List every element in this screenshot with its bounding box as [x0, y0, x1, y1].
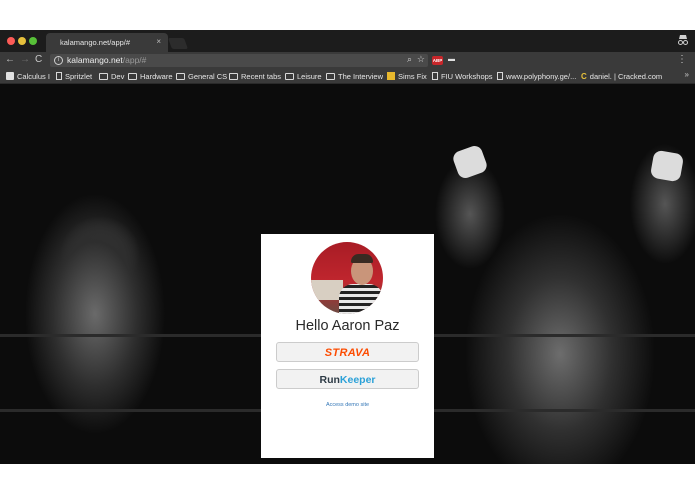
bookmark-label: Recent tabs [241, 72, 282, 81]
bookmark-label: daniel. | Cracked.com [589, 72, 663, 81]
adblock-extension-icon[interactable]: ABP [432, 56, 443, 65]
page-icon [432, 72, 438, 80]
url-path: /app/# [122, 55, 147, 65]
bookmark-label: The Interview [338, 72, 384, 81]
car-extension-icon[interactable]: ▬ [448, 56, 455, 63]
active-tab[interactable]: kalamango.net/app/# × [46, 33, 168, 52]
info-icon[interactable]: i [54, 56, 63, 65]
close-window-button[interactable] [7, 37, 15, 45]
folder-icon [99, 73, 108, 80]
bookmark-item[interactable]: Recent tabs [229, 71, 281, 82]
avatar [311, 242, 383, 314]
connect-strava-button[interactable]: STRAVA [276, 342, 419, 362]
url-text: kalamango.net/app/# [67, 55, 146, 65]
access-demo-link[interactable]: Access demo site [261, 402, 434, 408]
bookmark-item[interactable]: General CS [176, 71, 227, 82]
forward-arrow-icon[interactable]: → [20, 53, 30, 67]
bookmark-label: Spritzlet [65, 72, 93, 81]
runkeeper-logo-keeper: Keeper [339, 374, 376, 386]
browser-toolbar: ← → C i kalamango.net/app/# ⌕ ☆ ABP ▬ ⋮ [0, 52, 695, 69]
new-tab-button[interactable] [167, 38, 189, 49]
folder-icon [326, 73, 335, 80]
folder-icon [128, 73, 137, 80]
bookmark-label: General CS [188, 72, 228, 81]
bookmarks-bar: Calculus I Spritzlet Dev Hardware Genera… [0, 69, 695, 84]
bookmark-label: Calculus I [17, 72, 50, 81]
url-host: kalamango.net [67, 55, 123, 65]
bookmark-label: www.polyphony.ge/... [506, 72, 577, 81]
bookmark-item[interactable]: FIU Workshops [432, 71, 493, 82]
back-arrow-icon[interactable]: ← [5, 53, 15, 67]
more-bookmarks-icon[interactable]: » [685, 70, 689, 79]
folder-icon [176, 73, 185, 80]
tab-title: kalamango.net/app/# [60, 38, 131, 47]
folder-icon [285, 73, 294, 80]
bookmark-label: Sims Fix [398, 72, 427, 81]
bookmark-item[interactable]: Dev [99, 71, 124, 82]
bookmark-item[interactable]: www.polyphony.ge/... [497, 71, 576, 82]
bookmark-item[interactable]: Leisure [285, 71, 322, 82]
zoom-icon[interactable]: ⌕ [407, 54, 412, 65]
bookmark-item[interactable]: Hardware [128, 71, 173, 82]
connect-runkeeper-button[interactable]: RunKeeper [276, 369, 419, 389]
page-icon [56, 72, 62, 80]
address-bar[interactable]: i kalamango.net/app/# ⌕ ☆ [50, 54, 428, 67]
bookmark-page-icon [6, 72, 14, 80]
boxing-glove [451, 143, 489, 181]
bookmark-label: FIU Workshops [441, 72, 493, 81]
browser-window: kalamango.net/app/# × ← → C i kalamango.… [0, 30, 695, 464]
page-icon [497, 72, 503, 80]
incognito-icon [678, 35, 688, 45]
cracked-icon: C [581, 72, 587, 81]
login-card: Hello Aaron Paz STRAVA RunKeeper Access … [261, 234, 434, 458]
bookmark-star-icon[interactable]: ☆ [417, 54, 425, 65]
tab-strip: kalamango.net/app/# × [0, 30, 695, 52]
tab-close-icon[interactable]: × [156, 37, 161, 46]
folder-icon [229, 73, 238, 80]
bookmark-label: Hardware [140, 72, 173, 81]
avatar-shirt [339, 284, 383, 314]
page-background: Hello Aaron Paz STRAVA RunKeeper Access … [0, 84, 695, 464]
bookmark-item[interactable]: Cdaniel. | Cracked.com [581, 71, 662, 82]
maximize-window-button[interactable] [29, 37, 37, 45]
bookmark-label: Dev [111, 72, 125, 81]
bookmark-item[interactable]: Spritzlet [56, 71, 92, 82]
runkeeper-logo-run: Run [319, 374, 340, 386]
bookmark-item[interactable]: Sims Fix [387, 71, 427, 82]
sims-icon [387, 72, 395, 80]
reload-icon[interactable]: C [35, 53, 42, 67]
strava-logo: STRAVA [324, 347, 371, 359]
bookmark-label: Leisure [297, 72, 322, 81]
greeting-text: Hello Aaron Paz [295, 318, 400, 334]
bookmark-item[interactable]: Calculus I [6, 71, 50, 82]
browser-menu-icon[interactable]: ⋮ [677, 54, 687, 65]
avatar-hair [351, 254, 373, 263]
minimize-window-button[interactable] [18, 37, 26, 45]
boxing-glove [649, 149, 685, 183]
bookmark-item[interactable]: The Interview [326, 71, 383, 82]
